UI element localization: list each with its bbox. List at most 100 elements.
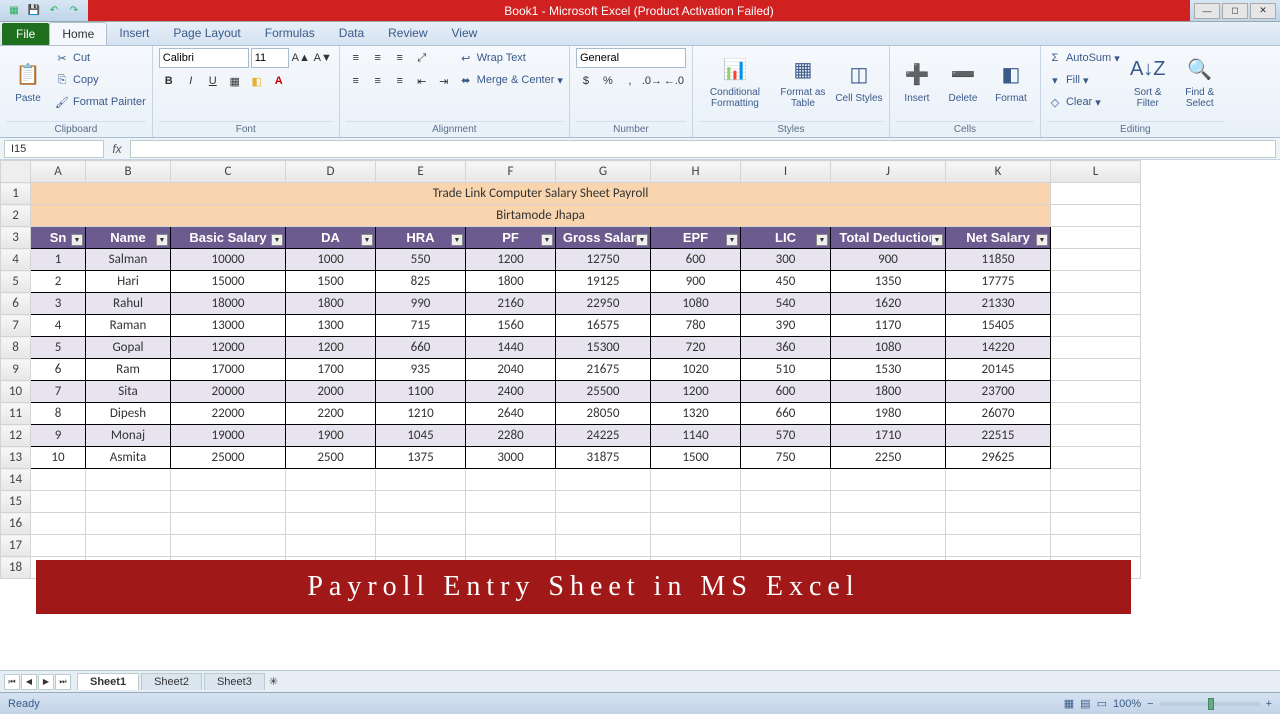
data-cell[interactable]: 1800 xyxy=(466,271,556,293)
new-sheet-button[interactable]: ✳ xyxy=(269,675,278,688)
data-cell[interactable]: 450 xyxy=(741,271,831,293)
tab-home[interactable]: Home xyxy=(49,22,107,45)
data-cell[interactable]: 1 xyxy=(31,249,86,271)
worksheet-area[interactable]: ABCDEFGHIJKL1Trade Link Computer Salary … xyxy=(0,160,1280,670)
row-header[interactable]: 8 xyxy=(1,337,31,359)
row-header[interactable]: 5 xyxy=(1,271,31,293)
filter-dropdown-icon[interactable]: ▼ xyxy=(71,234,83,246)
row-header[interactable]: 6 xyxy=(1,293,31,315)
filter-dropdown-icon[interactable]: ▼ xyxy=(931,234,943,246)
format-cells-button[interactable]: ◧Format xyxy=(988,48,1034,114)
data-cell[interactable]: 1530 xyxy=(831,359,946,381)
data-cell[interactable]: 1350 xyxy=(831,271,946,293)
cut-button[interactable]: ✂Cut xyxy=(54,48,146,68)
data-cell[interactable]: 360 xyxy=(741,337,831,359)
zoom-level[interactable]: 100% xyxy=(1113,698,1141,710)
data-cell[interactable]: 31875 xyxy=(556,447,651,469)
file-tab[interactable]: File xyxy=(2,23,49,45)
align-right-icon[interactable]: ≡ xyxy=(390,71,410,91)
column-header[interactable]: J xyxy=(831,161,946,183)
data-cell[interactable]: 660 xyxy=(741,403,831,425)
data-cell[interactable]: 12750 xyxy=(556,249,651,271)
formula-input[interactable] xyxy=(130,140,1276,158)
name-box[interactable]: I15 xyxy=(4,140,104,158)
data-cell[interactable]: 24225 xyxy=(556,425,651,447)
select-all-corner[interactable] xyxy=(1,161,31,183)
font-name-select[interactable] xyxy=(159,48,249,68)
filter-dropdown-icon[interactable]: ▼ xyxy=(541,234,553,246)
data-cell[interactable]: 1900 xyxy=(286,425,376,447)
tab-view[interactable]: View xyxy=(440,22,490,45)
tab-insert[interactable]: Insert xyxy=(107,22,161,45)
indent-dec-icon[interactable]: ⇤ xyxy=(412,71,432,91)
save-icon[interactable]: 💾 xyxy=(26,3,42,19)
row-header[interactable]: 10 xyxy=(1,381,31,403)
data-cell[interactable]: 16575 xyxy=(556,315,651,337)
data-cell[interactable]: 390 xyxy=(741,315,831,337)
decrease-font-icon[interactable]: A▼ xyxy=(313,48,333,68)
data-cell[interactable]: 1440 xyxy=(466,337,556,359)
dec-decimal-icon[interactable]: ←.0 xyxy=(664,71,684,91)
data-cell[interactable]: 600 xyxy=(651,249,741,271)
format-painter-button[interactable]: 🖌Format Painter xyxy=(54,92,146,112)
data-cell[interactable]: 2500 xyxy=(286,447,376,469)
data-cell[interactable]: 540 xyxy=(741,293,831,315)
font-color-button[interactable]: A xyxy=(269,71,289,91)
data-cell[interactable]: 1800 xyxy=(286,293,376,315)
data-cell[interactable]: 2160 xyxy=(466,293,556,315)
data-cell[interactable]: 2040 xyxy=(466,359,556,381)
conditional-formatting-button[interactable]: 📊Conditional Formatting xyxy=(699,48,771,114)
tab-nav-first[interactable]: ⏮ xyxy=(4,674,20,690)
data-cell[interactable]: 15300 xyxy=(556,337,651,359)
data-cell[interactable]: 28050 xyxy=(556,403,651,425)
data-cell[interactable]: 3000 xyxy=(466,447,556,469)
data-cell[interactable]: Ram xyxy=(86,359,171,381)
data-cell[interactable]: 1000 xyxy=(286,249,376,271)
data-cell[interactable]: 1300 xyxy=(286,315,376,337)
cell-styles-button[interactable]: ◫Cell Styles xyxy=(835,48,883,114)
orientation-icon[interactable]: ⤢ xyxy=(412,48,432,68)
table-header[interactable]: Name▼ xyxy=(86,227,171,249)
comma-icon[interactable]: , xyxy=(620,71,640,91)
data-cell[interactable]: 1620 xyxy=(831,293,946,315)
insert-cells-button[interactable]: ➕Insert xyxy=(896,48,938,114)
data-cell[interactable]: Gopal xyxy=(86,337,171,359)
data-cell[interactable]: 23700 xyxy=(946,381,1051,403)
row-header[interactable]: 9 xyxy=(1,359,31,381)
data-cell[interactable]: 12000 xyxy=(171,337,286,359)
column-header[interactable]: D xyxy=(286,161,376,183)
filter-dropdown-icon[interactable]: ▼ xyxy=(271,234,283,246)
data-cell[interactable]: Dipesh xyxy=(86,403,171,425)
column-header[interactable]: K xyxy=(946,161,1051,183)
row-header[interactable]: 1 xyxy=(1,183,31,205)
format-as-table-button[interactable]: ▦Format as Table xyxy=(775,48,831,114)
undo-icon[interactable]: ↶ xyxy=(46,3,62,19)
row-header[interactable]: 11 xyxy=(1,403,31,425)
data-cell[interactable]: 510 xyxy=(741,359,831,381)
sheet-tab-sheet3[interactable]: Sheet3 xyxy=(204,673,265,690)
filter-dropdown-icon[interactable]: ▼ xyxy=(451,234,463,246)
fx-icon[interactable]: fx xyxy=(108,142,126,156)
data-cell[interactable]: 25000 xyxy=(171,447,286,469)
data-cell[interactable]: 780 xyxy=(651,315,741,337)
tab-nav-prev[interactable]: ◀ xyxy=(21,674,37,690)
find-select-button[interactable]: 🔍Find & Select xyxy=(1176,48,1224,114)
sort-filter-button[interactable]: A↓ZSort & Filter xyxy=(1124,48,1172,114)
number-format-select[interactable] xyxy=(576,48,686,68)
data-cell[interactable]: 900 xyxy=(651,271,741,293)
percent-icon[interactable]: % xyxy=(598,71,618,91)
data-cell[interactable]: 2280 xyxy=(466,425,556,447)
copy-button[interactable]: ⎘Copy xyxy=(54,70,146,90)
table-header[interactable]: Basic Salary▼ xyxy=(171,227,286,249)
row-header[interactable]: 13 xyxy=(1,447,31,469)
data-cell[interactable]: 1210 xyxy=(376,403,466,425)
tab-formulas[interactable]: Formulas xyxy=(253,22,327,45)
column-header[interactable]: B xyxy=(86,161,171,183)
data-cell[interactable]: 13000 xyxy=(171,315,286,337)
data-cell[interactable]: 1020 xyxy=(651,359,741,381)
data-cell[interactable]: 20000 xyxy=(171,381,286,403)
data-cell[interactable]: 8 xyxy=(31,403,86,425)
tab-data[interactable]: Data xyxy=(327,22,376,45)
table-header[interactable]: LIC▼ xyxy=(741,227,831,249)
data-cell[interactable]: 935 xyxy=(376,359,466,381)
